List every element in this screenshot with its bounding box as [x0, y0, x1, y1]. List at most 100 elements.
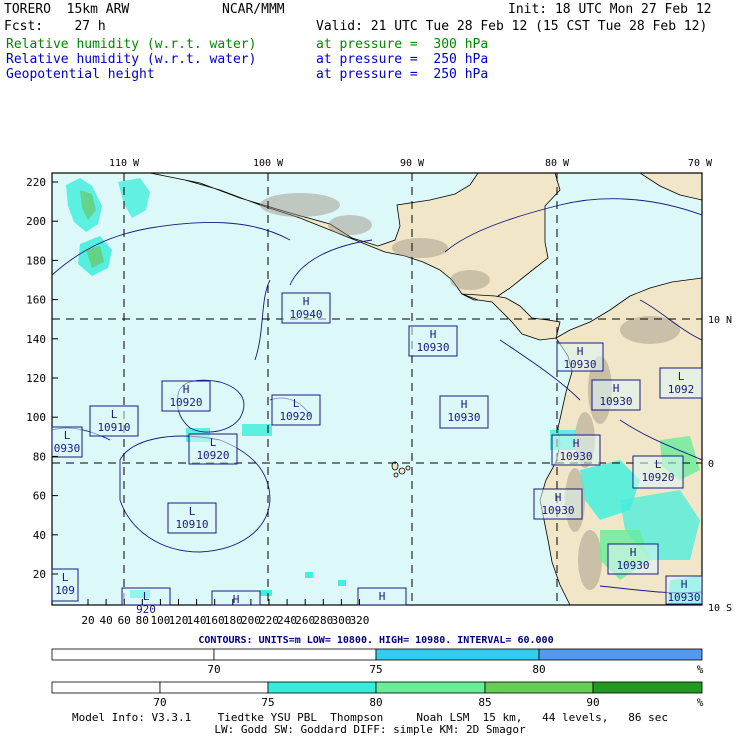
high-center: H10930 [533, 488, 583, 520]
center-value: 10930 [559, 450, 592, 463]
high-center: H10930 [591, 379, 641, 411]
x-tick-label: 280 [313, 614, 333, 627]
center-type: L [189, 505, 196, 518]
lat-label: 0 [708, 459, 714, 470]
colorbar2-label: 90 [586, 696, 599, 709]
low-center: L10920 [271, 394, 321, 426]
colorbar1-label: 70 [207, 663, 220, 676]
colorbar2-label: 70 [153, 696, 166, 709]
lon-label: 80 W [545, 158, 570, 169]
x-tick-label: 300 [331, 614, 351, 627]
center-value: 10930 [616, 559, 649, 572]
high-center: H [211, 590, 261, 606]
center-type: H [183, 383, 190, 396]
center-type: H [577, 345, 584, 358]
center-type: H [613, 382, 620, 395]
center-value: 10920 [279, 410, 312, 423]
center-type: L [210, 436, 217, 449]
center-type: L [143, 590, 150, 603]
center-type: L [111, 408, 118, 421]
low-center: L10920 [632, 455, 684, 489]
center-value: 10930 [447, 411, 480, 424]
high-center: H10920 [161, 380, 211, 412]
high-center: H10930 [439, 395, 489, 429]
colorbar-300hpa: 70 75 80 85 90 % [51, 681, 704, 709]
center-value: 10910 [175, 518, 208, 531]
center-value: 10910 [97, 421, 130, 434]
x-tick-label: 20 [81, 614, 94, 627]
y-tick-label: 120 [26, 372, 46, 385]
high-center: H [357, 587, 407, 606]
y-tick-label: 40 [33, 529, 46, 542]
center-value: 1092 [668, 383, 695, 396]
center-type: H [630, 546, 637, 559]
x-tick-label: 160 [205, 614, 225, 627]
colorbar2-label: 75 [261, 696, 274, 709]
x-tick-label: 140 [187, 614, 207, 627]
high-center: H10940 [281, 292, 331, 324]
lat-label: 10 N [708, 315, 732, 326]
center-value: 10930 [416, 341, 449, 354]
x-tick-label: 100 [150, 614, 170, 627]
lon-label: 110 W [109, 158, 140, 169]
center-value: 10930 [563, 358, 596, 371]
lon-label: 100 W [253, 158, 284, 169]
center-type: L [62, 571, 69, 584]
center-value: 10920 [641, 471, 674, 484]
contours-info: CONTOURS: UNITS=m LOW= 10800. HIGH= 1098… [198, 635, 553, 646]
low-center: L10910 [167, 502, 217, 534]
center-type: H [379, 590, 386, 603]
y-tick-label: 20 [33, 568, 46, 581]
colorbar2-label: 80 [369, 696, 382, 709]
high-center: H10930 [408, 325, 458, 357]
center-value: 10930 [599, 395, 632, 408]
low-center: L1092 [659, 367, 703, 399]
center-value: 109 [55, 584, 75, 597]
center-value: 10930 [667, 591, 700, 604]
x-tick-label: 40 [99, 614, 112, 627]
low-center: L920 [121, 587, 171, 616]
center-type: H [430, 328, 437, 341]
colorbar2-label: 85 [478, 696, 491, 709]
y-tick-label: 220 [26, 176, 46, 189]
center-type: L [678, 370, 685, 383]
y-tick-label: 140 [26, 333, 46, 346]
low-center: L10920 [188, 433, 238, 465]
model-info-line2: LW: Godd SW: Goddard DIFF: simple KM: 2D… [214, 723, 526, 736]
y-tick-label: 160 [26, 294, 46, 307]
latitude-labels: 10 N 0 10 S [708, 315, 732, 614]
center-type: H [303, 295, 310, 308]
x-tick-label: 240 [277, 614, 297, 627]
high-center: H10930 [665, 575, 703, 605]
x-tick-label: 260 [295, 614, 315, 627]
colorbar2-unit: % [697, 696, 704, 709]
x-tick-label: 80 [136, 614, 149, 627]
high-center: H10930 [551, 434, 601, 466]
high-center: H10930 [556, 342, 604, 372]
center-type: H [461, 398, 468, 411]
colorbar1-label: 80 [532, 663, 545, 676]
low-center: L0930 [51, 426, 83, 458]
center-type: H [555, 491, 562, 504]
x-tick-label: 320 [350, 614, 370, 627]
y-tick-label: 80 [33, 450, 46, 463]
center-type: H [681, 578, 688, 591]
colorbar-250hpa: 70 75 80 % [51, 648, 704, 676]
low-center: L10910 [89, 405, 139, 437]
map-canvas: H10940H10930 H10930H10930L1092H10920 L1092… [26, 158, 732, 709]
y-tick-label: 60 [33, 490, 46, 503]
center-type: H [233, 593, 240, 606]
center-value: 0930 [54, 442, 81, 455]
center-value: 10940 [289, 308, 322, 321]
lon-label: 90 W [400, 158, 425, 169]
center-type: H [573, 437, 580, 450]
colorbar1-label: 75 [369, 663, 382, 676]
y-tick-label: 180 [26, 254, 46, 267]
center-type: L [655, 458, 662, 471]
center-type: L [293, 397, 300, 410]
lon-label: 70 W [688, 158, 713, 169]
colorbar1-unit: % [697, 663, 704, 676]
x-tick-label: 60 [118, 614, 131, 627]
center-type: L [64, 429, 71, 442]
y-tick-label: 200 [26, 215, 46, 228]
